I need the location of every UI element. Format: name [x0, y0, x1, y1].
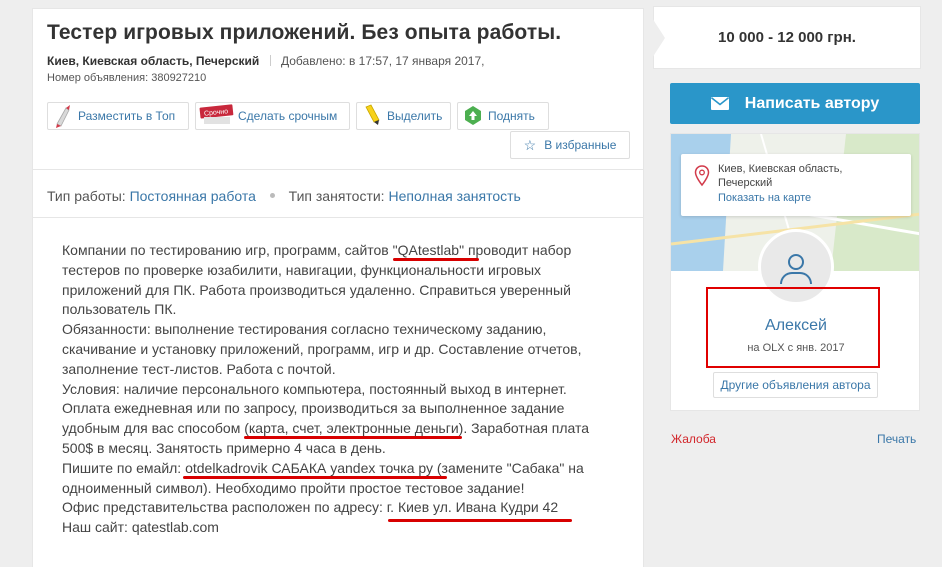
annotation-underline [183, 476, 447, 479]
listing-description: Компании по тестированию игр, программ, … [62, 241, 602, 538]
description-line: 500$ в месяц. Занятость примерно 4 часа … [62, 439, 386, 456]
divider [33, 217, 643, 218]
location-pin-icon [694, 165, 710, 187]
description-line: Оплата ежедневная или по запросу, произв… [62, 400, 565, 417]
map-address-line: Печерский [718, 177, 773, 189]
make-urgent-label: Сделать срочным [238, 109, 338, 123]
bump-up-icon [458, 103, 488, 129]
description-line: Компании по тестированию игр, программ, … [62, 242, 572, 258]
price-value: 10 000 - 12 000 грн. [718, 29, 856, 46]
description-line: приложений для ПК. Работа производиться … [62, 281, 571, 298]
star-icon: ☆ [523, 136, 537, 153]
description-line: заполнение тест-листов. Работа с почтой. [62, 360, 336, 377]
svg-text:Срочно: Срочно [204, 108, 229, 117]
rocket-icon [48, 103, 78, 129]
promote-top-button[interactable]: Разместить в Топ [47, 102, 189, 130]
price-box: 10 000 - 12 000 грн. [653, 6, 921, 69]
marker-icon [357, 103, 387, 129]
urgent-badge-icon: Срочно [196, 103, 238, 129]
print-link[interactable]: Печать [877, 432, 916, 446]
bump-up-label: Поднять [488, 109, 535, 123]
listing-meta: Киев, Киевская область, Печерский Добавл… [47, 54, 484, 68]
annotation-underline [388, 519, 572, 522]
listing-number: Номер объявления: 380927210 [47, 72, 207, 84]
listing-added-date: Добавлено: в 17:57, 17 января 2017, [281, 54, 485, 68]
add-to-favorites-button[interactable]: ☆ В избранные [510, 131, 630, 159]
listing-card: Тестер игровых приложений. Без опыта раб… [32, 8, 644, 567]
job-details: Тип работы: Постоянная работа Тип занято… [47, 188, 521, 204]
annotation-rectangle [706, 287, 880, 368]
map-address: Киев, Киевская область, Печерский [718, 162, 843, 190]
user-icon-body [780, 272, 812, 284]
complain-link[interactable]: Жалоба [671, 432, 716, 446]
description-line: Условия: наличие персонального компьютер… [62, 380, 567, 397]
annotation-underline [244, 436, 462, 439]
promote-top-label: Разместить в Топ [78, 109, 176, 123]
highlight-button[interactable]: Выделить [356, 102, 451, 130]
make-urgent-button[interactable]: Срочно Сделать срочным [195, 102, 350, 130]
author-card: Киев, Киевская область, Печерский Показа… [670, 133, 920, 411]
show-on-map-link[interactable]: Показать на карте [718, 192, 811, 204]
listing-location[interactable]: Киев, Киевская область, Печерский [47, 54, 259, 68]
user-icon [788, 254, 804, 270]
employment-type-value[interactable]: Неполная занятость [388, 188, 520, 204]
description-line: пользователь ПК. [62, 301, 177, 318]
other-ads-button[interactable]: Другие объявления автора [713, 372, 878, 398]
map-address-line: Киев, Киевская область, [718, 163, 843, 175]
envelope-icon [710, 97, 729, 110]
description-line: Офис представительства расположен по адр… [62, 499, 559, 516]
write-to-author-button[interactable]: Написать автору [670, 83, 920, 124]
listing-title: Тестер игровых приложений. Без опыта раб… [47, 21, 562, 44]
description-line: одноименный символ). Необходимо пройти п… [62, 479, 525, 496]
description-line: тестеров по проверке юзабилити, навигаци… [62, 261, 542, 278]
employment-type-label: Тип занятости: [288, 188, 385, 204]
bullet-separator [269, 193, 275, 198]
description-line: скачивание и установку приложений, прогр… [62, 340, 582, 357]
bump-up-button[interactable]: Поднять [457, 102, 549, 130]
job-type-value[interactable]: Постоянная работа [130, 188, 256, 204]
job-type-label: Тип работы: [47, 188, 126, 204]
description-line: Обязанности: выполнение тестирования сог… [62, 321, 547, 338]
favorites-label: В избранные [544, 138, 617, 152]
divider [33, 169, 643, 170]
map-address-card: Киев, Киевская область, Печерский Показа… [681, 154, 911, 216]
annotation-underline [393, 258, 479, 261]
meta-divider [269, 55, 271, 66]
write-to-author-label: Написать автору [744, 94, 880, 112]
highlight-label: Выделить [387, 109, 443, 123]
